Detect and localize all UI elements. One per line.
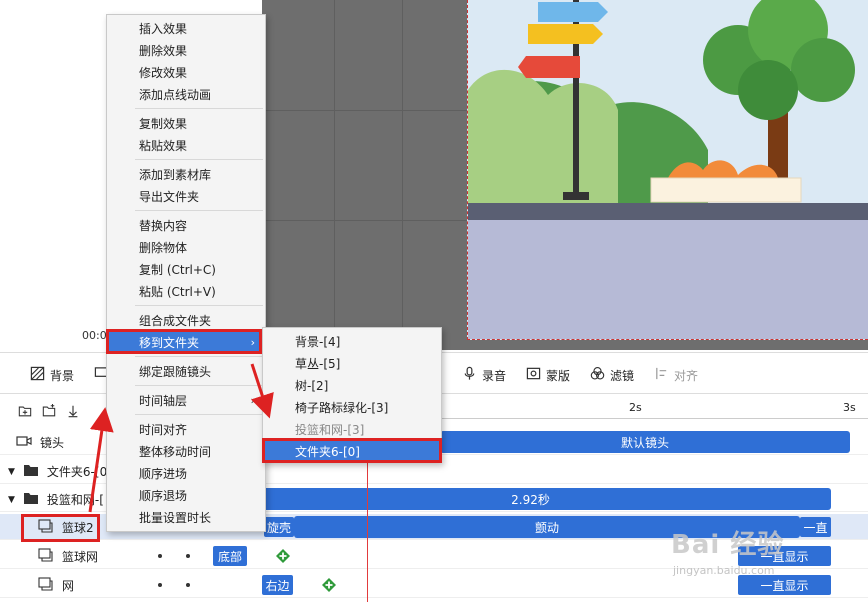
microphone-icon	[462, 366, 477, 384]
timecode-display: 00:0	[82, 329, 107, 342]
submenu-arrow-icon: ›	[250, 393, 255, 407]
background-button[interactable]: 背景	[30, 365, 74, 385]
menu-timeline-layer-label: 时间轴层	[139, 393, 188, 408]
record-button[interactable]: 录音	[462, 365, 506, 385]
add-effect-icon[interactable]	[276, 549, 290, 563]
mask-label: 蒙版	[546, 368, 571, 383]
object-icon	[38, 548, 54, 565]
row-label-camera: 镜头	[40, 436, 65, 450]
baidu-watermark: Bai 经验 jingyan.baidu.com	[665, 514, 865, 590]
ruler-2s: 2s	[629, 401, 642, 414]
menu-timeline-layer[interactable]: 时间轴层 ›	[107, 389, 265, 411]
menu-export-folder[interactable]: 导出文件夹	[107, 185, 265, 207]
clip-duration[interactable]: 2.92秒	[230, 488, 831, 510]
menu-separator	[135, 385, 263, 386]
camera-icon	[16, 434, 32, 451]
move-down-icon[interactable]	[66, 404, 80, 421]
menu-add-to-library[interactable]: 添加到素材库	[107, 163, 265, 185]
menu-modify-effect[interactable]: 修改效果	[107, 61, 265, 83]
watermark-url: jingyan.baidu.com	[673, 564, 775, 577]
lock-dot[interactable]	[186, 583, 190, 587]
menu-separator	[135, 210, 263, 211]
object-icon	[38, 577, 54, 594]
menu-separator	[135, 159, 263, 160]
add-effect-icon[interactable]	[322, 578, 336, 592]
menu-replace-content[interactable]: 替换内容	[107, 214, 265, 236]
scene-preview[interactable]	[467, 0, 868, 340]
import-folder-icon[interactable]	[42, 404, 56, 421]
expand-arrow-icon[interactable]: ▼	[8, 495, 15, 505]
align-button[interactable]: 对齐	[654, 365, 698, 385]
folder-icon	[23, 463, 39, 480]
background-icon	[30, 366, 45, 384]
menu-move-all-time[interactable]: 整体移动时间	[107, 440, 265, 462]
menu-separator	[135, 108, 263, 109]
menu-paste-effect[interactable]: 粘贴效果	[107, 134, 265, 156]
menu-paste[interactable]: 粘贴 (Ctrl+V)	[107, 280, 265, 302]
background-label: 背景	[50, 368, 75, 383]
mask-icon	[526, 366, 541, 384]
ruler-3s: 3s	[843, 401, 856, 414]
submenu-folder-chair-sign[interactable]: 椅子路标绿化-[3]	[263, 396, 441, 418]
effect-tag-right[interactable]: 右边	[262, 575, 293, 595]
annotation-box-ball2	[21, 514, 100, 542]
row-label-net2: 网	[62, 579, 75, 593]
menu-insert-effect[interactable]: 插入效果	[107, 17, 265, 39]
filter-icon	[590, 366, 605, 384]
submenu-folder-grass[interactable]: 草丛-[5]	[263, 352, 441, 374]
menu-batch-set-duration[interactable]: 批量设置时长	[107, 506, 265, 528]
submenu-folder-background[interactable]: 背景-[4]	[263, 330, 441, 352]
menu-bind-follow-camera[interactable]: 绑定跟随镜头	[107, 360, 265, 382]
row-label-net: 篮球网	[62, 550, 99, 564]
add-folder-icon[interactable]	[18, 404, 32, 421]
menu-delete-object[interactable]: 删除物体	[107, 236, 265, 258]
timeline-tools	[18, 404, 80, 421]
menu-time-align[interactable]: 时间对齐	[107, 418, 265, 440]
align-icon	[654, 366, 669, 384]
menu-delete-effect[interactable]: 删除效果	[107, 39, 265, 61]
effect-tag-enter[interactable]: 旋壳	[264, 517, 294, 537]
align-label: 对齐	[674, 368, 699, 383]
record-label: 录音	[482, 368, 507, 383]
context-menu: 插入效果 删除效果 修改效果 添加点线动画 复制效果 粘贴效果 添加到素材库 导…	[106, 14, 266, 532]
submenu-folder-tree[interactable]: 树-[2]	[263, 374, 441, 396]
menu-sequential-enter[interactable]: 顺序进场	[107, 462, 265, 484]
stage-canvas[interactable]	[262, 0, 868, 350]
lock-dot[interactable]	[186, 554, 190, 558]
clip-default-camera[interactable]: 默认镜头	[440, 431, 850, 453]
menu-separator	[135, 305, 263, 306]
effect-tag-bottom[interactable]: 底部	[213, 546, 247, 566]
menu-group-into-folder[interactable]: 组合成文件夹	[107, 309, 265, 331]
menu-copy-effect[interactable]: 复制效果	[107, 112, 265, 134]
menu-add-path-animation[interactable]: 添加点线动画	[107, 83, 265, 105]
menu-sequential-exit[interactable]: 顺序退场	[107, 484, 265, 506]
annotation-box-folder6	[262, 438, 442, 463]
expand-arrow-icon[interactable]: ▼	[8, 467, 15, 477]
folder-icon	[23, 491, 39, 508]
annotation-box-move-to-folder	[106, 329, 262, 354]
visibility-dot[interactable]	[158, 554, 162, 558]
watermark-text: Bai 经验	[671, 530, 785, 560]
submenu-folder-basket-net[interactable]: 投篮和网-[3]	[263, 418, 441, 440]
menu-separator	[135, 356, 263, 357]
row-label-folder-net: 投篮和网-[	[46, 493, 104, 507]
mask-button[interactable]: 蒙版	[526, 365, 570, 385]
row-label-folder6: 文件夹6-[0	[46, 465, 108, 479]
menu-separator	[135, 414, 263, 415]
filter-label: 滤镜	[610, 368, 635, 383]
visibility-dot[interactable]	[158, 583, 162, 587]
menu-copy[interactable]: 复制 (Ctrl+C)	[107, 258, 265, 280]
filter-button[interactable]: 滤镜	[590, 365, 634, 385]
